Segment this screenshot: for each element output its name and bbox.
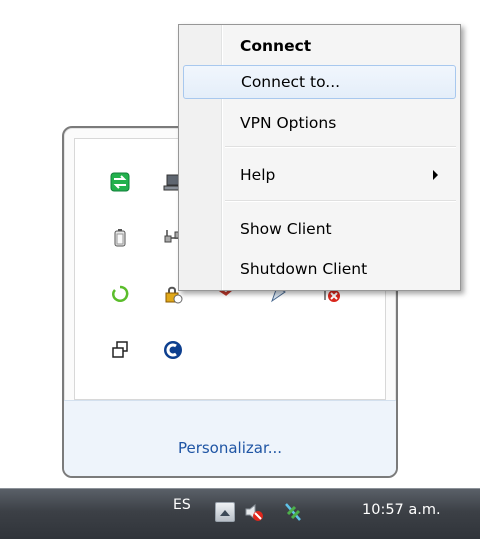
vpn-context-menu: Connect Connect to... VPN Options Help S… — [178, 24, 461, 291]
personalize-link[interactable]: Personalizar... — [64, 439, 396, 457]
system-clock[interactable]: 10:57 a.m. — [362, 502, 441, 518]
menu-separator — [225, 146, 456, 148]
network-transfer-icon[interactable] — [110, 172, 130, 192]
menu-item-help[interactable]: Help — [183, 158, 456, 192]
menu-item-label: Connect — [240, 37, 312, 55]
menu-item-label: Connect to... — [241, 73, 341, 91]
language-indicator[interactable]: ES — [173, 497, 191, 513]
menu-item-show-client[interactable]: Show Client — [183, 212, 456, 246]
chevron-up-icon — [220, 509, 230, 516]
menu-item-label: VPN Options — [240, 114, 337, 132]
submenu-arrow-icon — [433, 170, 438, 180]
menu-item-shutdown-client[interactable]: Shutdown Client — [183, 252, 456, 286]
menu-item-label: Show Client — [240, 220, 332, 238]
show-hidden-icons-button[interactable] — [215, 502, 235, 522]
volume-muted-icon[interactable] — [244, 502, 264, 522]
flyout-footer: Personalizar... — [64, 400, 396, 476]
battery-icon[interactable] — [110, 228, 130, 248]
blue-app-icon[interactable] — [163, 340, 183, 360]
menu-item-connect[interactable]: Connect — [183, 29, 456, 63]
window-icon[interactable] — [110, 340, 130, 360]
menu-item-label: Shutdown Client — [240, 260, 368, 278]
refresh-circle-icon[interactable] — [110, 284, 130, 304]
network-signal-icon[interactable] — [283, 502, 303, 522]
menu-item-connect-to[interactable]: Connect to... — [183, 65, 456, 99]
menu-separator — [225, 200, 456, 202]
menu-item-vpn-options[interactable]: VPN Options — [183, 106, 456, 140]
taskbar: ES 10:57 a.m. — [0, 488, 480, 539]
menu-item-label: Help — [240, 166, 276, 184]
